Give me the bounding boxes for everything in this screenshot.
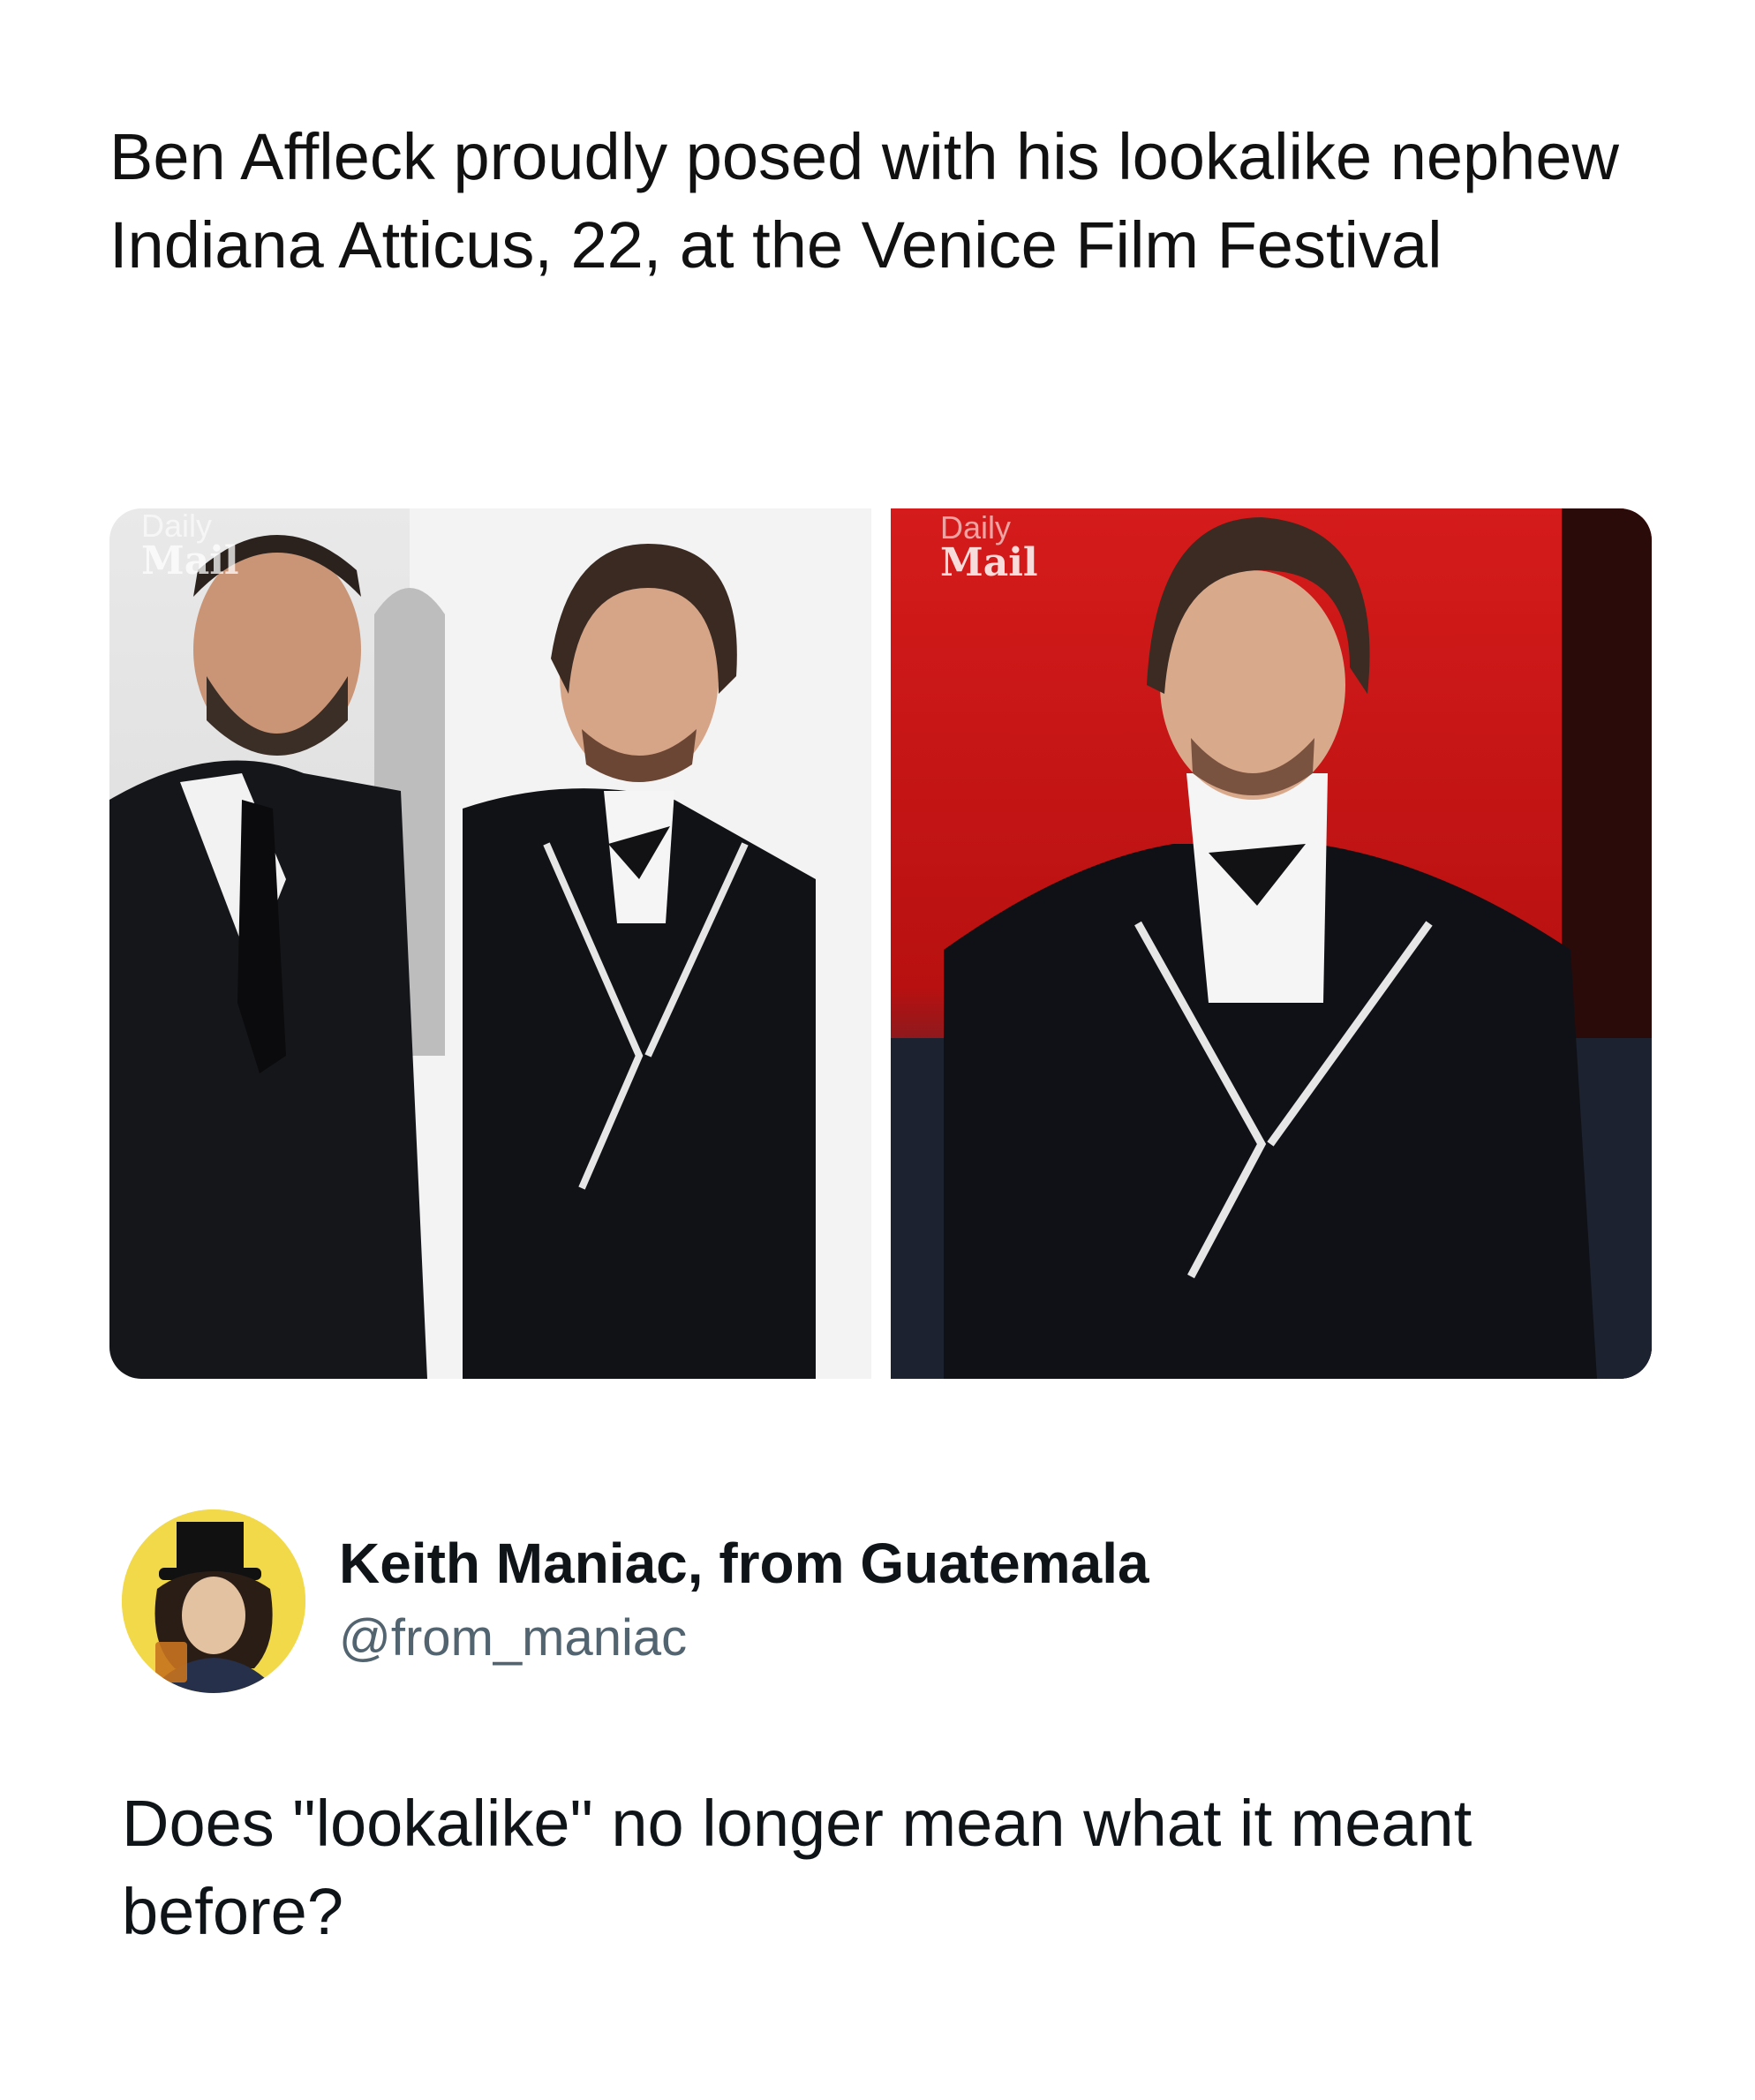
daily-mail-watermark: Daily Mail <box>141 508 239 581</box>
author-block[interactable]: Keith Maniac, from Guatemala @from_mania… <box>122 1509 1534 1704</box>
avatar[interactable] <box>122 1509 305 1693</box>
author-display-name[interactable]: Keith Maniac, from Guatemala <box>339 1531 1149 1596</box>
avatar-illustration <box>122 1509 305 1693</box>
photo-illustration-right <box>891 508 1652 1379</box>
photo-ben-and-nephew[interactable]: Daily Mail <box>109 508 871 1379</box>
photo-collage[interactable]: Daily Mail Daily Mail <box>109 508 1652 1379</box>
tweet-text: Does "lookalike" no longer mean what it … <box>122 1787 1473 1948</box>
photo-illustration-left <box>109 508 871 1379</box>
watermark-mail-text: Mail <box>940 540 1038 585</box>
photo-nephew-red-carpet[interactable]: Daily Mail <box>891 508 1652 1379</box>
daily-mail-watermark: Daily Mail <box>940 510 1038 583</box>
watermark-mail-text: Mail <box>141 538 239 583</box>
author-handle[interactable]: @from_maniac <box>339 1608 687 1667</box>
post-headline: Ben Affleck proudly posed with his looka… <box>109 120 1619 282</box>
